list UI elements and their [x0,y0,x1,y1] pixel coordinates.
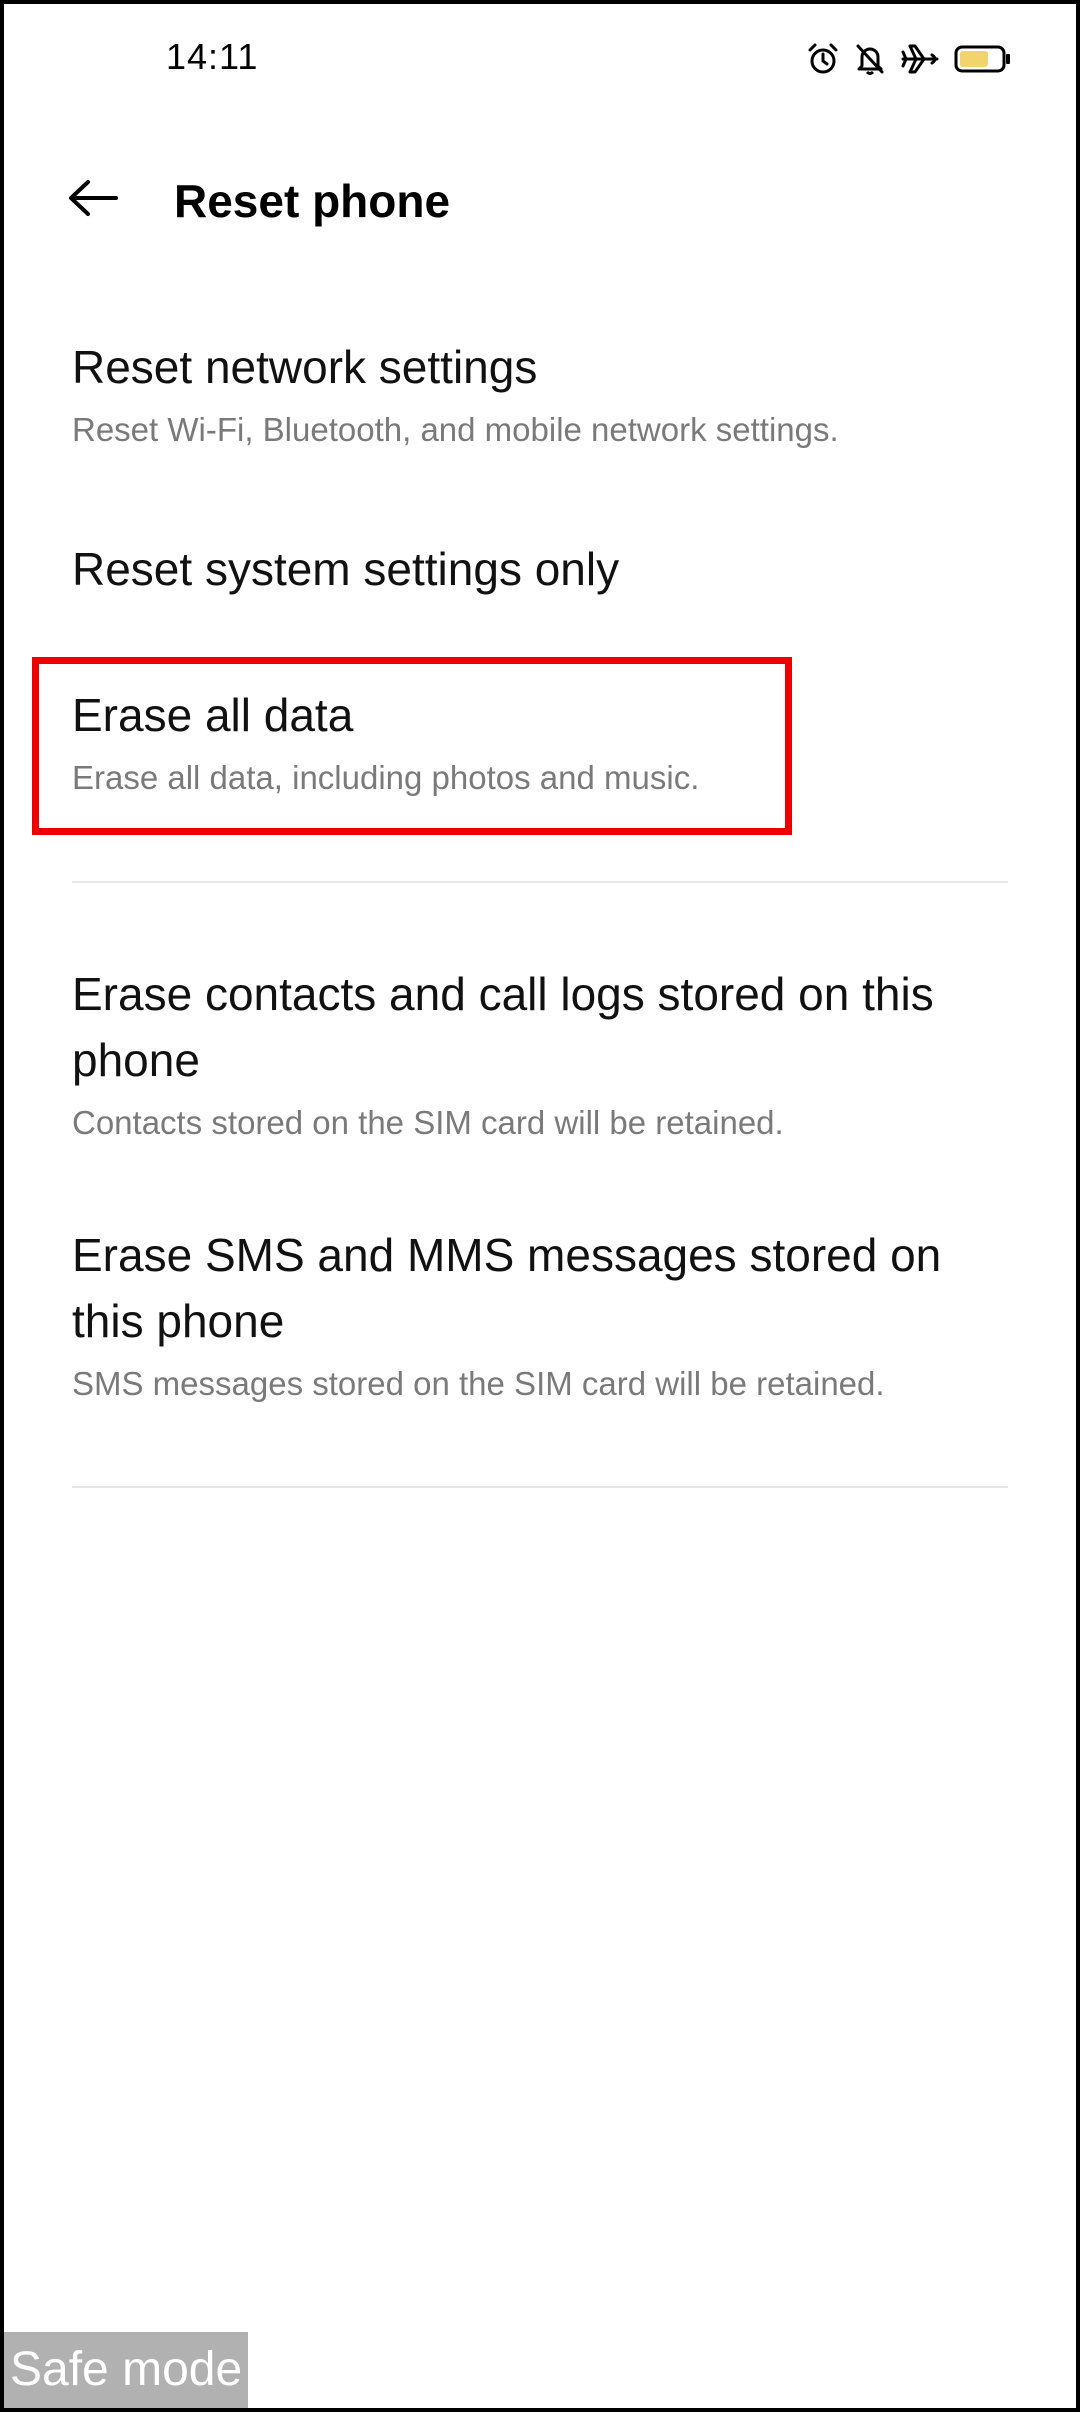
item-subtitle: Contacts stored on the SIM card will be … [72,1104,784,1141]
item-subtitle: Reset Wi-Fi, Bluetooth, and mobile netwo… [72,411,839,448]
divider [72,1486,1008,1488]
status-icons [806,42,1012,76]
highlight-box [32,657,792,835]
status-time: 14:11 [166,36,259,77]
list-item-reset-network[interactable]: Reset network settings Reset Wi-Fi, Blue… [72,334,1012,452]
arrow-left-icon [66,178,120,223]
item-title: Erase contacts and call logs stored on t… [72,968,934,1086]
status-bar: 14:11 [0,0,1080,120]
alarm-icon [806,42,840,76]
safe-mode-badge: Safe mode [4,2332,248,2408]
item-title: Erase SMS and MMS messages stored on thi… [72,1229,942,1347]
item-title: Reset network settings [72,341,538,393]
list-item-erase-sms[interactable]: Erase SMS and MMS messages stored on thi… [72,1222,1012,1406]
battery-icon [954,44,1012,74]
airplane-icon [900,42,940,76]
item-title: Reset system settings only [72,543,620,595]
bell-off-icon [854,42,886,76]
list-item-erase-contacts[interactable]: Erase contacts and call logs stored on t… [72,961,1012,1145]
list-item-reset-system[interactable]: Reset system settings only [72,536,1012,602]
item-subtitle: SMS messages stored on the SIM card will… [72,1365,885,1402]
divider [72,881,1008,883]
back-button[interactable] [58,170,128,230]
page-title: Reset phone [174,175,451,227]
app-header: Reset phone [0,150,1080,250]
